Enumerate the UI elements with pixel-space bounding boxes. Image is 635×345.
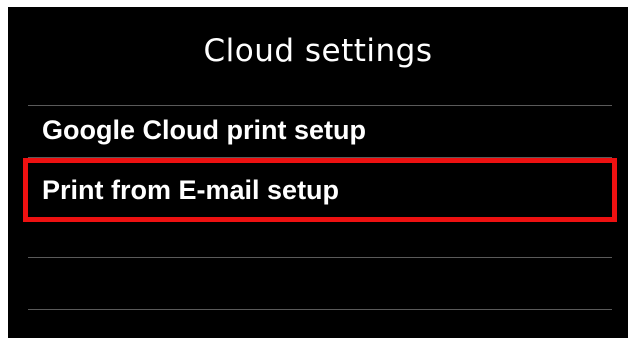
divider: [28, 309, 612, 310]
screen-title: Cloud settings: [203, 33, 433, 69]
menu-item-label: Print from E-mail setup: [42, 174, 340, 205]
divider: [28, 257, 612, 258]
divider: [28, 157, 612, 158]
printer-display-screen: Cloud settings Google Cloud print setup …: [8, 7, 628, 338]
menu-item-label: Google Cloud print setup: [42, 115, 366, 145]
menu-item-google-cloud-print-setup[interactable]: Google Cloud print setup: [28, 104, 612, 157]
menu-item-print-from-email-setup[interactable]: Print from E-mail setup: [23, 158, 617, 222]
